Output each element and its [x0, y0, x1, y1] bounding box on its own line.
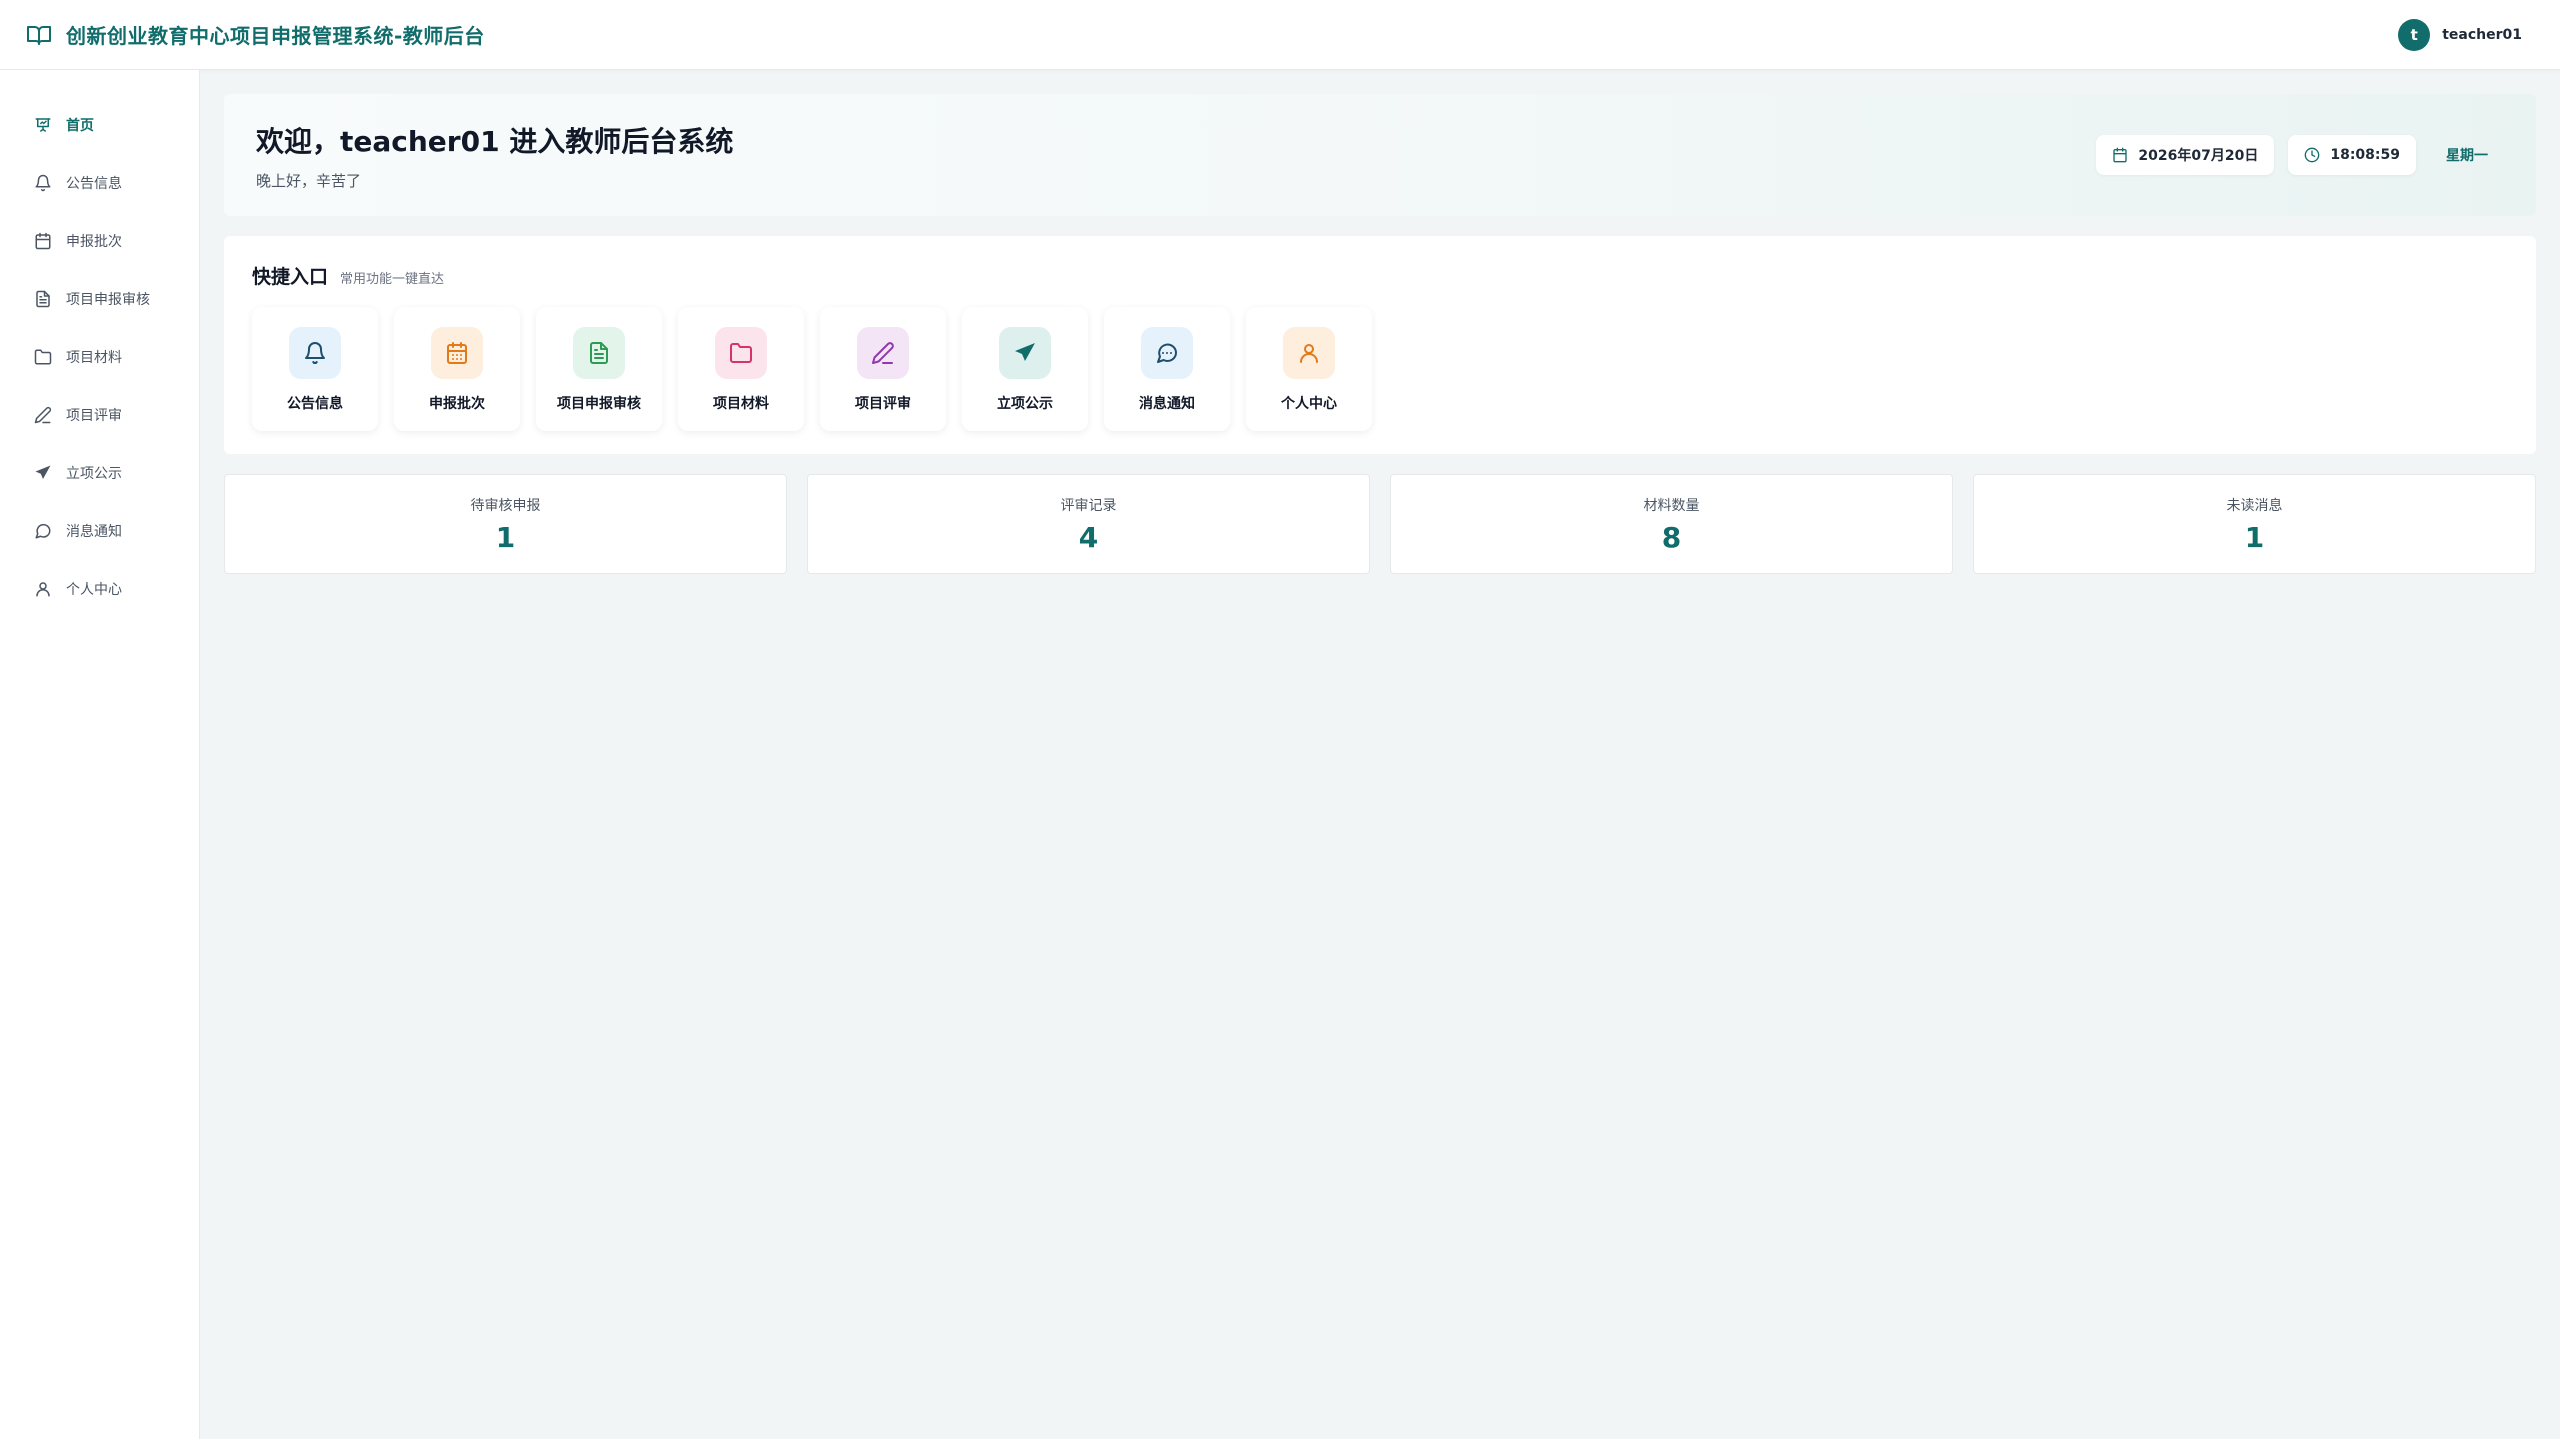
sidebar-item-label: 项目材料 — [66, 350, 122, 366]
quick-tile-publicity[interactable]: 立项公示 — [962, 307, 1088, 431]
quick-access-title: 快捷入口 — [252, 266, 329, 288]
quick-tile-announcements[interactable]: 公告信息 — [252, 307, 378, 431]
stat-label: 未读消息 — [2226, 497, 2283, 514]
sidebar-item-label: 项目评审 — [66, 408, 122, 424]
username: teacher01 — [2442, 26, 2522, 43]
tile-label: 项目申报审核 — [557, 396, 641, 412]
brand[interactable]: 创新创业教育中心项目申报管理系统-教师后台 — [26, 20, 485, 49]
quick-tile-batches[interactable]: 申报批次 — [394, 307, 520, 431]
sidebar-item-label: 立项公示 — [66, 466, 122, 482]
sidebar-item-batches[interactable]: 申报批次 — [0, 212, 199, 270]
bell-icon — [35, 174, 51, 192]
book-open-icon — [26, 24, 52, 46]
date-chip: 2026年07月20日 — [2096, 135, 2275, 175]
stats-row: 待审核申报 1 评审记录 4 材料数量 8 未读消息 1 — [224, 474, 2536, 574]
tile-icon — [999, 327, 1051, 379]
document-icon — [590, 342, 608, 364]
welcome-title: 欢迎，teacher01 进入教师后台系统 — [256, 124, 734, 158]
stat-label: 待审核申报 — [470, 497, 541, 514]
stat-value: 8 — [1661, 520, 1682, 554]
user-menu[interactable]: t teacher01 — [2398, 18, 2522, 51]
sidebar-item-announcements[interactable]: 公告信息 — [0, 154, 199, 212]
clock-icon — [2305, 147, 2320, 163]
tile-icon — [715, 327, 767, 379]
sidebar-item-review-applications[interactable]: 项目申报审核 — [0, 270, 199, 328]
current-time: 18:08:59 — [2330, 147, 2400, 163]
sidebar: 首页 公告信息 申报批次 项目申报审核 项目材料 项目评审 立项公示 消息通知 … — [0, 70, 200, 1439]
tile-icon — [289, 327, 341, 379]
tile-icon — [1283, 327, 1335, 379]
stat-label: 材料数量 — [1643, 497, 1700, 514]
message-icon — [1157, 343, 1178, 363]
tile-icon — [1141, 327, 1193, 379]
tile-label: 消息通知 — [1139, 396, 1195, 412]
tile-label: 项目材料 — [713, 396, 769, 412]
stat-card-materials[interactable]: 材料数量 8 — [1390, 474, 1953, 574]
quick-tile-messages[interactable]: 消息通知 — [1104, 307, 1230, 431]
tile-label: 项目评审 — [855, 396, 911, 412]
top-bar: 创新创业教育中心项目申报管理系统-教师后台 t teacher01 — [0, 0, 2560, 70]
pen-icon — [872, 342, 894, 364]
sidebar-item-label: 项目申报审核 — [66, 292, 150, 308]
user-icon — [1300, 344, 1318, 363]
main-content: 欢迎，teacher01 进入教师后台系统 晚上好，辛苦了 2026年07月20… — [224, 94, 2536, 574]
quick-tile-evaluation[interactable]: 项目评审 — [820, 307, 946, 431]
calendar-icon — [2113, 147, 2128, 163]
current-date: 2026年07月20日 — [2138, 148, 2259, 164]
quick-tile-profile[interactable]: 个人中心 — [1246, 307, 1372, 431]
sidebar-item-label: 公告信息 — [66, 176, 122, 192]
message-icon — [35, 523, 51, 539]
folder-icon — [34, 349, 52, 365]
stat-value: 4 — [1078, 520, 1099, 554]
quick-access-panel: 快捷入口 常用功能一键直达 公告信息 申报批次 项目申报审核 项目材料 项目评审… — [224, 236, 2536, 454]
current-weekday: 星期一 — [2446, 148, 2488, 164]
time-chip: 18:08:59 — [2288, 135, 2416, 175]
quick-access-subtitle: 常用功能一键直达 — [340, 272, 445, 287]
sidebar-item-materials[interactable]: 项目材料 — [0, 328, 199, 386]
app-title: 创新创业教育中心项目申报管理系统-教师后台 — [66, 24, 485, 48]
welcome-subtitle: 晚上好，辛苦了 — [256, 171, 362, 190]
quick-tile-materials[interactable]: 项目材料 — [678, 307, 804, 431]
tile-label: 公告信息 — [287, 396, 343, 412]
weekday-chip: 星期一 — [2430, 135, 2504, 175]
stat-card-unread[interactable]: 未读消息 1 — [1973, 474, 2536, 574]
stat-card-reviews[interactable]: 评审记录 4 — [807, 474, 1370, 574]
send-icon — [35, 465, 51, 479]
sidebar-item-label: 消息通知 — [66, 524, 122, 540]
quick-tile-review-applications[interactable]: 项目申报审核 — [536, 307, 662, 431]
tile-label: 立项公示 — [997, 396, 1053, 412]
pen-icon — [34, 406, 52, 424]
avatar[interactable]: t — [2398, 18, 2431, 51]
sidebar-item-publicity[interactable]: 立项公示 — [0, 444, 199, 502]
sidebar-item-label: 个人中心 — [66, 582, 122, 598]
stat-card-pending[interactable]: 待审核申报 1 — [224, 474, 787, 574]
calendar-icon — [35, 232, 51, 250]
sidebar-item-profile[interactable]: 个人中心 — [0, 560, 199, 618]
folder-icon — [730, 343, 752, 363]
tile-icon — [573, 327, 625, 379]
tile-icon — [431, 327, 483, 379]
welcome-banner: 欢迎，teacher01 进入教师后台系统 晚上好，辛苦了 2026年07月20… — [224, 94, 2536, 216]
tile-label: 个人中心 — [1281, 396, 1337, 412]
stat-value: 1 — [495, 520, 516, 554]
send-icon — [1015, 343, 1035, 361]
sidebar-item-evaluation[interactable]: 项目评审 — [0, 386, 199, 444]
stat-value: 1 — [2244, 520, 2265, 554]
sidebar-item-label: 首页 — [66, 118, 94, 134]
sidebar-item-home[interactable]: 首页 — [0, 96, 199, 154]
sidebar-item-label: 申报批次 — [66, 234, 122, 250]
presentation-icon — [35, 118, 51, 132]
document-icon — [36, 290, 50, 308]
bell-icon — [305, 342, 325, 365]
calendar-icon — [447, 342, 467, 364]
stat-label: 评审记录 — [1060, 497, 1117, 514]
tile-icon — [857, 327, 909, 379]
user-icon — [36, 582, 50, 597]
sidebar-item-messages[interactable]: 消息通知 — [0, 502, 199, 560]
tile-label: 申报批次 — [429, 396, 485, 412]
